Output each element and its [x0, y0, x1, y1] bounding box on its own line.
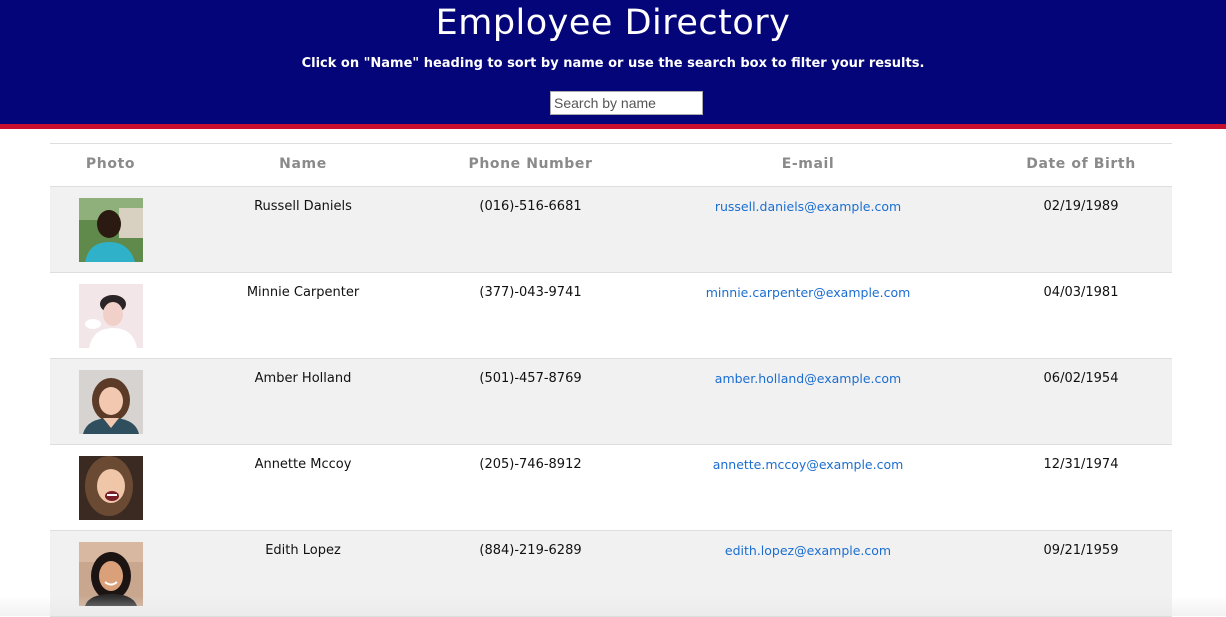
employee-email-link[interactable]: minnie.carpenter@example.com	[706, 285, 911, 300]
column-header-photo: Photo	[85, 156, 136, 172]
column-header-email: E-mail	[781, 156, 835, 172]
page-header: Employee Directory Click on "Name" headi…	[0, 0, 1226, 129]
employee-email-link[interactable]: edith.lopez@example.com	[725, 543, 891, 558]
table-row: Annette Mccoy (205)-746-8912 annette.mcc…	[50, 445, 1172, 531]
employee-dob: 12/31/1974	[1043, 457, 1119, 472]
employee-dob: 02/19/1989	[1043, 199, 1119, 214]
employee-dob: 09/21/1959	[1043, 543, 1119, 558]
employee-email-link[interactable]: annette.mccoy@example.com	[713, 457, 904, 472]
search-input[interactable]	[550, 91, 703, 115]
employee-phone: (501)-457-8769	[479, 371, 582, 386]
employee-table: Photo Name Phone Number E-mail Date of B…	[50, 143, 1172, 617]
column-header-dob: Date of Birth	[1026, 156, 1136, 172]
employee-photo	[78, 542, 143, 606]
table-row: Edith Lopez (884)-219-6289 edith.lopez@e…	[50, 531, 1172, 617]
employee-photo	[78, 284, 143, 348]
employee-name: Edith Lopez	[265, 543, 341, 558]
employee-dob: 06/02/1954	[1043, 371, 1119, 386]
employee-photo	[78, 456, 143, 520]
employee-phone: (205)-746-8912	[479, 457, 582, 472]
employee-name: Minnie Carpenter	[246, 285, 360, 300]
employee-name: Annette Mccoy	[254, 457, 352, 472]
page-title: Employee Directory	[435, 3, 791, 43]
employee-photo	[78, 198, 143, 262]
employee-name: Amber Holland	[254, 371, 352, 386]
table-row: Russell Daniels (016)-516-6681 russell.d…	[50, 187, 1172, 273]
column-header-phone: Phone Number	[468, 156, 593, 172]
page-subtitle: Click on "Name" heading to sort by name …	[301, 56, 925, 71]
employee-phone: (377)-043-9741	[479, 285, 582, 300]
table-row: Minnie Carpenter (377)-043-9741 minnie.c…	[50, 273, 1172, 359]
employee-phone: (884)-219-6289	[479, 543, 582, 558]
employee-name: Russell Daniels	[254, 199, 352, 214]
employee-dob: 04/03/1981	[1043, 285, 1119, 300]
column-header-name-sort[interactable]: Name	[171, 144, 435, 186]
table-header-row: Photo Name Phone Number E-mail Date of B…	[50, 144, 1172, 187]
employee-photo	[78, 370, 143, 434]
table-row: Amber Holland (501)-457-8769 amber.holla…	[50, 359, 1172, 445]
employee-phone: (016)-516-6681	[479, 199, 582, 214]
employee-email-link[interactable]: russell.daniels@example.com	[715, 199, 901, 214]
employee-email-link[interactable]: amber.holland@example.com	[715, 371, 901, 386]
